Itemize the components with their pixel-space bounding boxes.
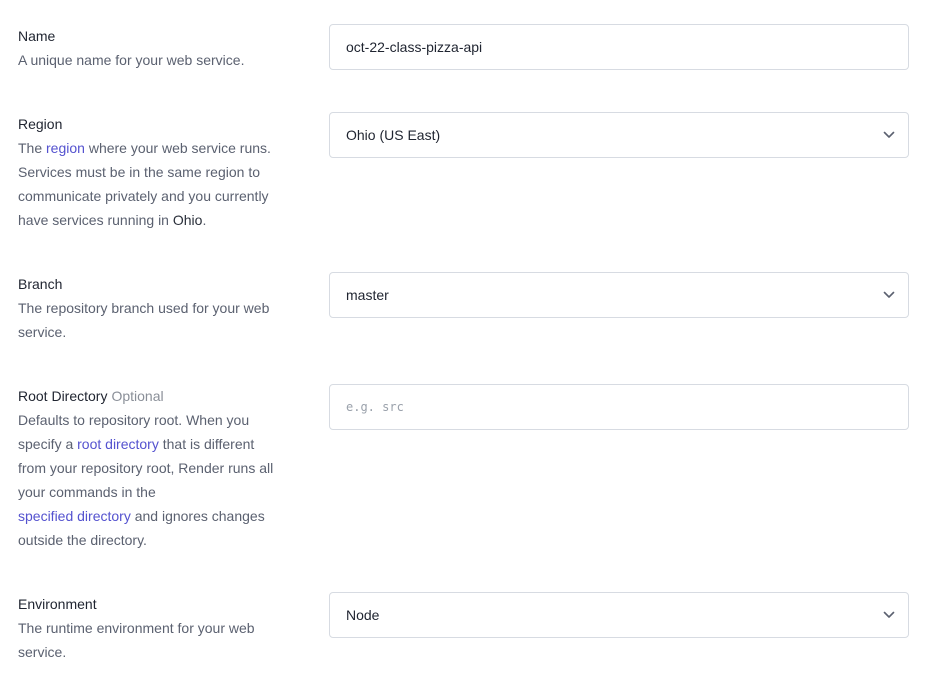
branch-selected-value: master (346, 287, 389, 303)
root-directory-title-text: Root Directory (18, 388, 108, 404)
region-link[interactable]: region (46, 140, 85, 156)
branch-select[interactable]: master (329, 272, 909, 318)
optional-tag: Optional (111, 388, 164, 404)
region-selected-value: Ohio (US East) (346, 127, 441, 143)
root-directory-desc-text: Defaults to repository root. When you (18, 412, 250, 428)
name-input[interactable] (346, 39, 886, 55)
branch-title: Branch (18, 276, 63, 292)
environment-selected-value: Node (346, 607, 380, 623)
region-desc-text: where your web service runs. (84, 140, 271, 156)
name-field[interactable] (329, 24, 909, 70)
root-directory-field[interactable] (329, 384, 909, 430)
chevron-down-icon (883, 611, 895, 618)
region-title: Region (18, 116, 63, 132)
environment-desc-text: service. (18, 644, 67, 660)
root-directory-desc-text: from your repository root, Render runs a… (18, 460, 274, 476)
root-directory-desc-text: outside the directory. (18, 532, 147, 548)
environment-desc-text: The runtime environment for your web (18, 620, 255, 636)
chevron-down-icon (883, 131, 895, 138)
environment-description: The runtime environment for your web ser… (18, 616, 308, 664)
root-directory-input[interactable] (346, 400, 886, 414)
root-directory-label-block: Root Directory Optional Defaults to repos… (18, 384, 308, 552)
specified-directory-link[interactable]: specified directory (18, 508, 131, 524)
region-select[interactable]: Ohio (US East) (329, 112, 909, 158)
region-desc-text: Services must be in the same region to (18, 164, 261, 180)
environment-title: Environment (18, 596, 97, 612)
branch-desc-text: service. (18, 324, 67, 340)
root-directory-desc-text: specify a (18, 436, 78, 452)
region-desc-text: The (18, 140, 47, 156)
root-directory-description: Defaults to repository root. When you sp… (18, 408, 308, 552)
name-label-block: Name A unique name for your web service. (18, 24, 308, 72)
root-directory-link[interactable]: root directory (77, 436, 159, 452)
region-description: The region where your web service runs. … (18, 136, 308, 232)
root-directory-desc-text: your commands in the (18, 484, 156, 500)
name-title: Name (18, 28, 56, 44)
environment-select[interactable]: Node (329, 592, 909, 638)
root-directory-title: Root Directory Optional (18, 384, 308, 408)
branch-description: The repository branch used for your web … (18, 296, 308, 344)
region-desc-text: communicate privately and you currently (18, 188, 269, 204)
region-desc-text: . (202, 212, 207, 228)
current-region-name: Ohio (172, 212, 203, 228)
name-description: A unique name for your web service. (18, 52, 245, 68)
root-directory-desc-text: and ignores changes (130, 508, 265, 524)
branch-desc-text: The repository branch used for your web (18, 300, 270, 316)
root-directory-desc-text: that is different (158, 436, 255, 452)
region-label-block: Region The region where your web service… (18, 112, 308, 232)
chevron-down-icon (883, 291, 895, 298)
region-desc-text: have services running in (18, 212, 173, 228)
environment-label-block: Environment The runtime environment for … (18, 592, 308, 664)
branch-label-block: Branch The repository branch used for yo… (18, 272, 308, 344)
